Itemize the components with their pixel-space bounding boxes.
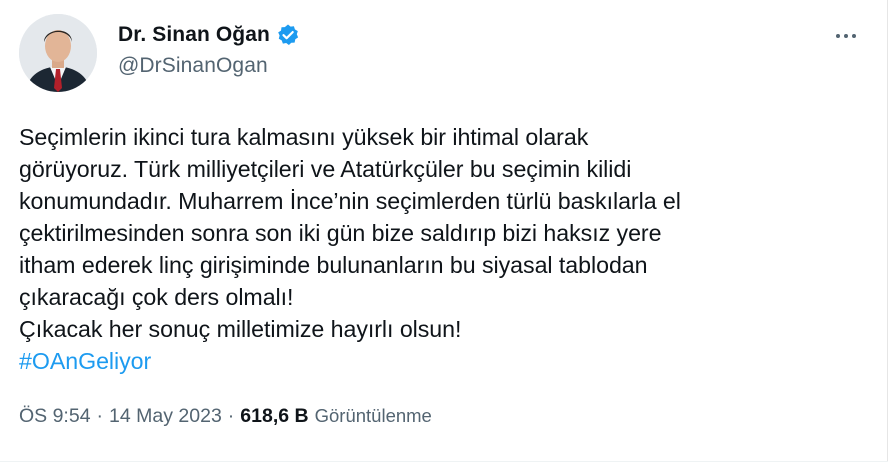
- more-dot: [852, 34, 856, 38]
- tweet-meta: ÖS 9:54 · 14 May 2023 · 618,6 B Görüntül…: [19, 402, 432, 430]
- tweet-text-line: çektirilmesinden sonra son iki gün bize …: [19, 220, 662, 246]
- views-count[interactable]: 618,6 B: [240, 405, 308, 428]
- tweet-card: Dr. Sinan Oğan @DrSinanOgan Seçimlerin i…: [0, 0, 888, 462]
- views-label[interactable]: Görüntülenme: [315, 405, 432, 427]
- tweet-text-line: çıkaracağı çok ders olmalı!: [19, 284, 294, 310]
- tweet-text-line: görüyoruz. Türk milliyetçileri ve Atatür…: [19, 156, 632, 182]
- more-dot: [836, 34, 840, 38]
- author-name-row[interactable]: Dr. Sinan Oğan: [118, 20, 300, 50]
- tweet-text-line: konumundadır. Muharrem İnce’nin seçimler…: [19, 188, 681, 214]
- hashtag-link[interactable]: #OAnGeliyor: [19, 345, 869, 377]
- author-display-name[interactable]: Dr. Sinan Oğan: [118, 23, 270, 47]
- more-options-icon[interactable]: [826, 22, 866, 50]
- tweet-text-line: Çıkacak her sonuç milletimize hayırlı ol…: [19, 316, 462, 342]
- avatar-image: [19, 14, 97, 92]
- tweet-time[interactable]: ÖS 9:54: [19, 405, 91, 428]
- tweet-date[interactable]: 14 May 2023: [109, 405, 222, 428]
- verified-badge-icon: [276, 23, 300, 47]
- more-dot: [844, 34, 848, 38]
- tweet-text-line: itham ederek linç girişiminde bulunanlar…: [19, 252, 648, 278]
- author-handle[interactable]: @DrSinanOgan: [118, 54, 268, 78]
- avatar[interactable]: [19, 14, 97, 92]
- tweet-text: Seçimlerin ikinci tura kalmasını yüksek …: [19, 121, 869, 377]
- meta-separator: ·: [227, 404, 235, 427]
- meta-separator: ·: [96, 404, 104, 427]
- tweet-text-line: Seçimlerin ikinci tura kalmasını yüksek …: [19, 124, 589, 150]
- card-divider: [887, 0, 888, 462]
